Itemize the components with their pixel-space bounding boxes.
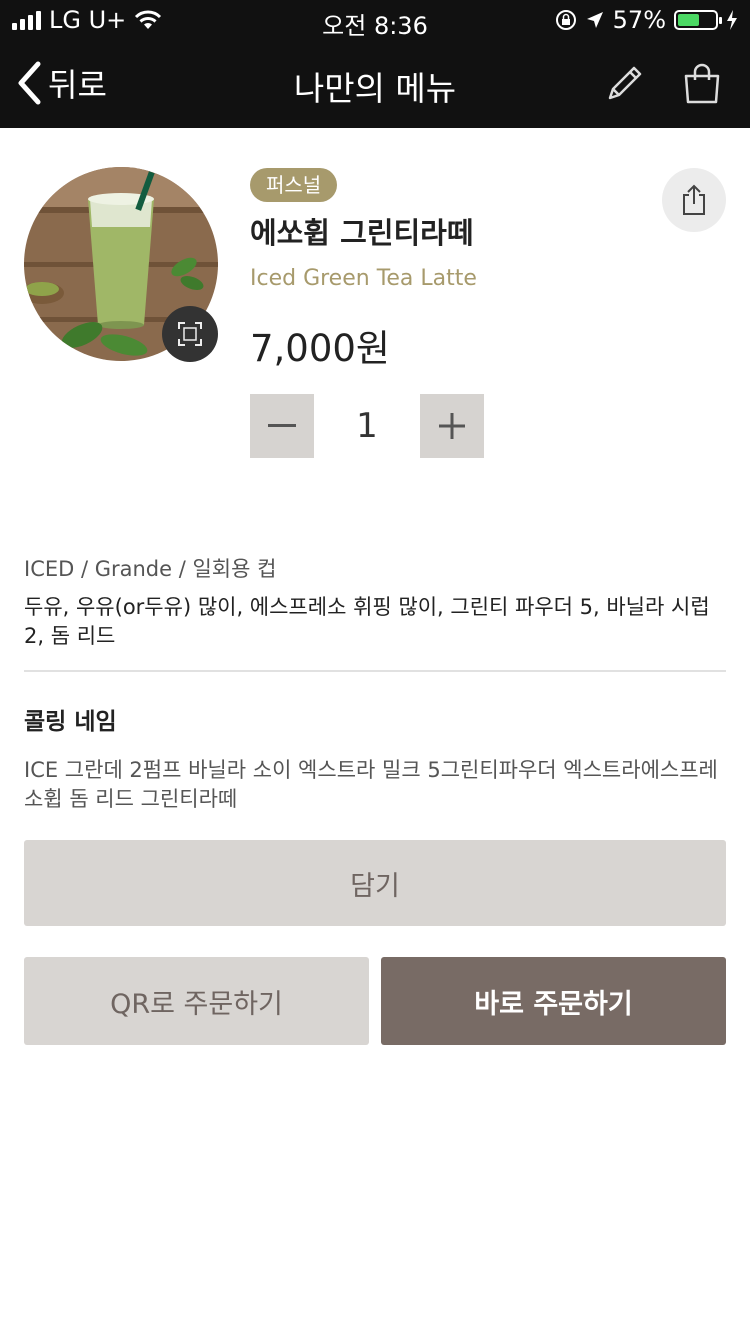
customization-details: 두유, 우유(or두유) 많이, 에스프레소 휘핑 많이, 그린티 파우더 5,… (24, 595, 710, 648)
product-name-en: Iced Green Tea Latte (250, 266, 477, 291)
zoom-button[interactable] (162, 306, 218, 362)
battery-percent: 57% (612, 6, 666, 34)
product-name-ko: 에쏘휩 그린티라떼 (250, 216, 474, 250)
back-label: 뒤로 (48, 66, 107, 104)
status-bar: LG U+ 오전 8:36 57% (0, 0, 750, 40)
divider (24, 670, 726, 672)
add-to-cart-button[interactable]: 담기 (24, 840, 726, 926)
quantity-minus-button[interactable] (250, 394, 314, 458)
product-price: 7,000원 (250, 327, 390, 370)
calling-name-value: ICE 그란데 2펌프 바닐라 소이 엑스트라 밀크 5그린티파우더 엑스트라에… (24, 758, 718, 811)
charging-icon (727, 10, 737, 30)
quantity-value: 1 (356, 406, 378, 446)
quantity-plus-button[interactable] (420, 394, 484, 458)
battery-level (678, 14, 699, 26)
calling-name-label: 콜링 네임 (24, 709, 117, 735)
status-right: 57% (555, 6, 738, 34)
fullscreen-icon (178, 322, 202, 346)
nav-bar: 뒤로 나만의 메뉴 (0, 40, 750, 128)
rotation-lock-icon (555, 10, 576, 30)
location-icon (586, 12, 603, 28)
minus-icon (268, 424, 296, 427)
share-icon (683, 184, 705, 215)
qr-order-button[interactable]: QR로 주문하기 (24, 957, 369, 1045)
battery-icon (674, 10, 722, 30)
chevron-left-icon (18, 61, 41, 105)
back-button[interactable]: 뒤로 (16, 60, 107, 106)
pencil-icon[interactable] (602, 62, 646, 106)
share-button[interactable] (662, 168, 726, 232)
order-now-button[interactable]: 바로 주문하기 (381, 957, 726, 1045)
personal-badge: 퍼스널 (250, 168, 338, 202)
order-options: ICED / Grande / 일회용 컵 (24, 557, 277, 581)
shopping-bag-icon[interactable] (680, 62, 724, 106)
plus-icon (439, 413, 465, 439)
